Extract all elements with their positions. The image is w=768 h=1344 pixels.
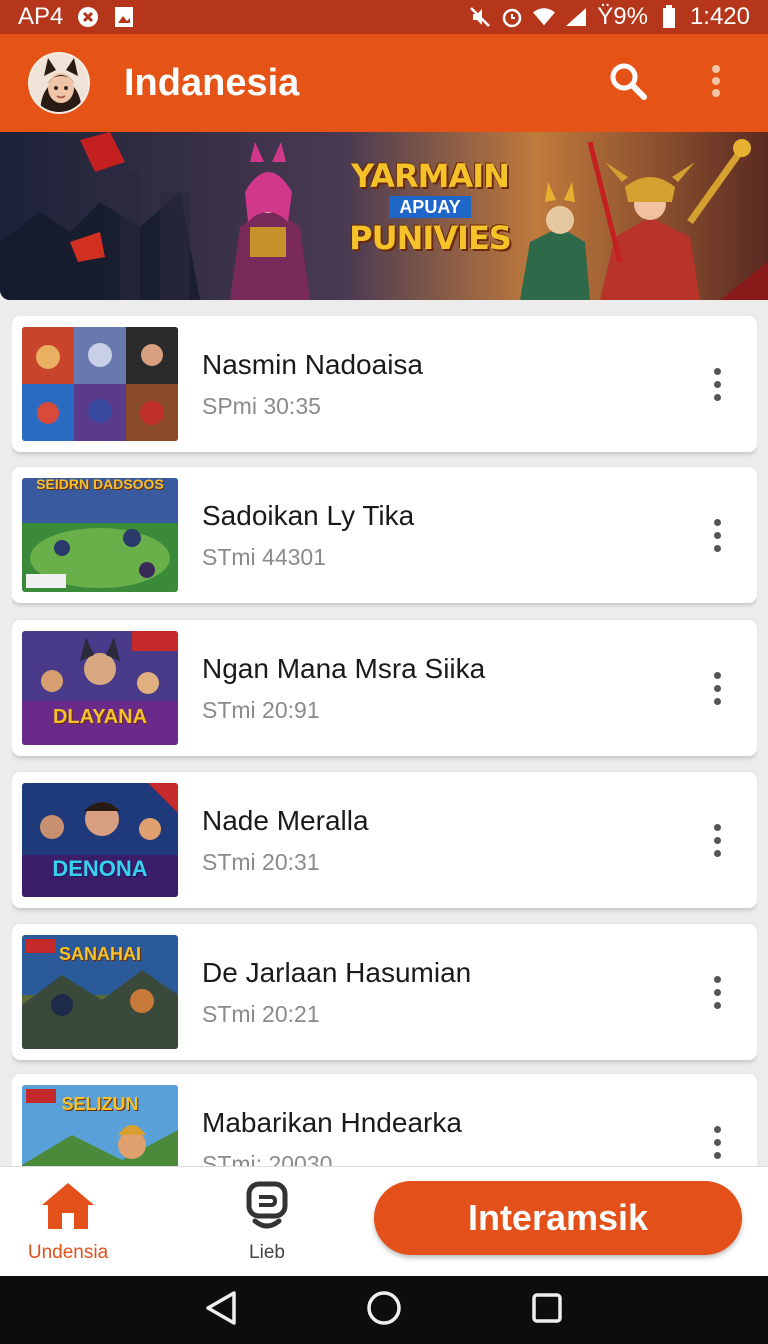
more-vert-icon xyxy=(713,823,721,831)
item-list: Nasmin Nadoaisa SPmi 30:35 Sadoikan Ly T… xyxy=(12,316,757,1166)
list-item-more-button[interactable] xyxy=(699,354,735,414)
recents-square-icon xyxy=(531,1292,563,1329)
app-bar: Indanesia xyxy=(0,34,768,132)
back-triangle-icon xyxy=(204,1290,238,1331)
list-item-title: Mabarikan Hndearka xyxy=(202,1106,462,1138)
list-item-thumbnail xyxy=(22,1085,178,1166)
carrier-label: AP4 xyxy=(18,3,64,30)
list-item-more-button[interactable] xyxy=(699,1112,735,1166)
list-item-subtitle: STmi: 20030 xyxy=(202,1150,333,1167)
more-vert-icon xyxy=(711,64,721,103)
battery-icon xyxy=(658,5,680,28)
close-circle-icon xyxy=(77,6,99,28)
image-icon xyxy=(113,6,135,28)
banner-title-line1: YARMAIN xyxy=(351,157,510,195)
list-item[interactable]: Nade Meralla STmi 20:31 xyxy=(12,772,757,908)
list-item-subtitle: STmi 20:21 xyxy=(202,1000,320,1027)
banner-logo: YARMAIN APUAY PUNIVIES xyxy=(340,160,520,254)
list-item-more-button[interactable] xyxy=(699,505,735,565)
list-item-subtitle: SPmi 30:35 xyxy=(202,392,321,419)
search-button[interactable] xyxy=(604,59,652,107)
signal-icon xyxy=(565,6,587,28)
banner-title-line2: APUAY xyxy=(389,196,471,218)
bottom-nav: Undensia Lieb Interamsik xyxy=(0,1166,768,1276)
nav-item-home[interactable]: Undensia xyxy=(8,1181,128,1264)
list-item-title: Ngan Mana Msra Siika xyxy=(202,652,486,684)
list-item-subtitle: STmi 20:91 xyxy=(202,696,320,723)
clock: 1:420 xyxy=(689,3,750,30)
banner-title-line3: PUNIVIES xyxy=(349,219,512,257)
list-item-subtitle: STmi 20:31 xyxy=(202,848,320,875)
list-item-thumbnail xyxy=(22,327,178,441)
list-item-subtitle: STmi 44301 xyxy=(202,543,327,570)
nav-label-library: Lieb xyxy=(249,1242,285,1263)
more-vert-icon xyxy=(713,975,721,983)
list-item[interactable]: Ngan Mana Msra Siika STmi 20:91 xyxy=(12,620,757,756)
list-item-thumbnail xyxy=(22,631,178,745)
primary-cta-button[interactable]: Interamsik xyxy=(374,1181,742,1255)
mute-icon xyxy=(469,6,491,28)
list-item[interactable]: Mabarikan Hndearka STmi: 20030 xyxy=(12,1074,757,1166)
recents-button[interactable] xyxy=(522,1285,572,1335)
more-vert-icon xyxy=(713,367,721,375)
chat-bot-icon xyxy=(245,1181,289,1236)
wifi-icon xyxy=(533,6,556,28)
app-title: Indanesia xyxy=(124,61,300,104)
list-item-thumbnail xyxy=(22,478,178,592)
list-item[interactable]: Sadoikan Ly Tika STmi 44301 xyxy=(12,467,757,603)
alarm-icon xyxy=(501,6,523,28)
list-item-more-button[interactable] xyxy=(699,962,735,1022)
more-vert-icon xyxy=(713,518,721,526)
home-icon xyxy=(40,1181,96,1236)
list-item-more-button[interactable] xyxy=(699,658,735,718)
list-item-title: Sadoikan Ly Tika xyxy=(202,499,415,531)
list-item-title: De Jarlaan Hasumian xyxy=(202,956,472,988)
list-item-thumbnail xyxy=(22,935,178,1049)
promo-banner[interactable]: YARMAIN APUAY PUNIVIES xyxy=(0,132,768,300)
status-bar: AP4 Ϋ9% 1:420 xyxy=(0,0,768,34)
list-item-more-button[interactable] xyxy=(699,810,735,870)
search-icon xyxy=(608,61,648,106)
list-item[interactable]: De Jarlaan Hasumian STmi 20:21 xyxy=(12,924,757,1060)
more-vert-icon xyxy=(713,1125,721,1133)
back-button[interactable] xyxy=(196,1285,246,1335)
list-item-title: Nasmin Nadoaisa xyxy=(202,348,423,380)
battery-percent: Ϋ9% xyxy=(597,3,648,30)
nav-label-home: Undensia xyxy=(27,1242,109,1263)
system-nav-bar xyxy=(0,1276,768,1344)
home-system-button[interactable] xyxy=(359,1285,409,1335)
list-item[interactable]: Nasmin Nadoaisa SPmi 30:35 xyxy=(12,316,757,452)
list-item-thumbnail xyxy=(22,783,178,897)
list-item-title: Nade Meralla xyxy=(202,804,369,836)
nav-item-library[interactable]: Lieb xyxy=(207,1181,327,1264)
avatar[interactable] xyxy=(28,52,90,114)
overflow-menu-button[interactable] xyxy=(692,59,740,107)
more-vert-icon xyxy=(713,671,721,679)
home-circle-icon xyxy=(366,1290,402,1331)
